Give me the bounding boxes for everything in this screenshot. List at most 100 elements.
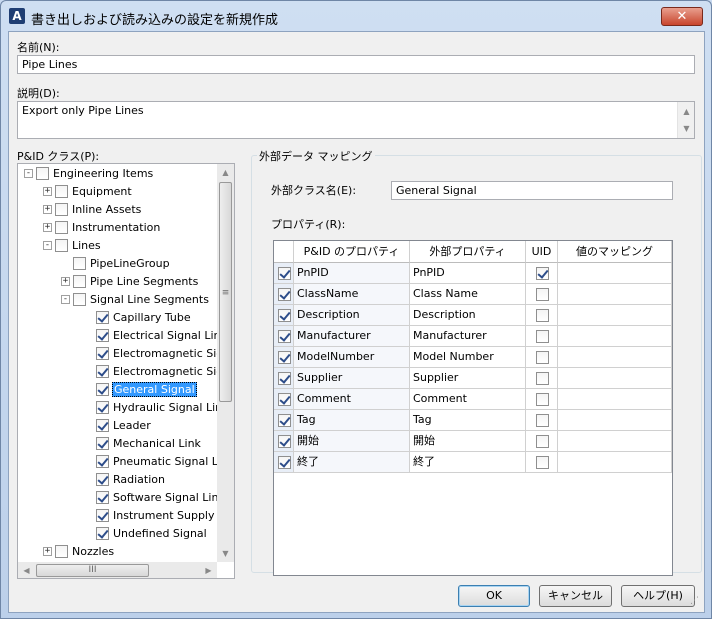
tree-vertical-scrollbar[interactable]: ▲ ≡ ▼ xyxy=(217,164,234,562)
grid-cell[interactable] xyxy=(558,389,672,410)
tree-node-checkbox[interactable] xyxy=(73,292,86,306)
tree-node-checkbox[interactable] xyxy=(96,454,109,468)
resize-grip-icon[interactable]: ⋰ xyxy=(690,597,702,610)
tree-node[interactable]: Software Signal Line xyxy=(96,488,217,506)
grid-cell[interactable]: Supplier xyxy=(410,368,526,389)
tree-node-label[interactable]: Pipe Line Segments xyxy=(89,275,199,288)
tree-node[interactable]: + Instrumentation xyxy=(43,218,161,236)
tree-node[interactable]: PipeLineGroup xyxy=(61,254,171,272)
tree-node-checkbox[interactable] xyxy=(55,220,68,234)
tree-node[interactable]: - Engineering Items xyxy=(24,164,154,182)
uid-checkbox[interactable] xyxy=(535,456,549,469)
tree-node-checkbox[interactable] xyxy=(55,202,68,216)
grid-cell[interactable]: 終了 xyxy=(410,452,526,473)
grid-column-header[interactable]: 値のマッピング xyxy=(558,241,672,263)
grid-cell[interactable]: Description xyxy=(410,305,526,326)
grid-cell[interactable]: Model Number xyxy=(410,347,526,368)
tree-node-label[interactable]: Capillary Tube xyxy=(112,311,192,324)
uid-checkbox[interactable] xyxy=(535,393,549,406)
grid-cell[interactable]: PnPID xyxy=(410,263,526,284)
tree-node[interactable]: + Nozzles xyxy=(43,542,115,560)
tree-node-checkbox[interactable] xyxy=(96,508,109,522)
tree-node[interactable]: Radiation xyxy=(96,470,166,488)
tree-node[interactable]: Electromagnetic Signal xyxy=(96,362,217,380)
grid-cell[interactable]: ModelNumber xyxy=(294,347,410,368)
uid-checkbox[interactable] xyxy=(535,309,549,322)
tree-node-label[interactable]: PipeLineGroup xyxy=(89,257,171,270)
grid-cell[interactable]: Tag xyxy=(294,410,410,431)
include-property-checkbox[interactable] xyxy=(277,456,291,469)
tree-node-label[interactable]: Leader xyxy=(112,419,152,432)
description-scrollbar[interactable]: ▲ ▼ xyxy=(677,102,694,138)
include-property-checkbox[interactable] xyxy=(277,393,291,406)
expand-icon[interactable]: + xyxy=(43,546,52,556)
grid-cell[interactable]: 開始 xyxy=(294,431,410,452)
grid-cell[interactable] xyxy=(558,347,672,368)
tree-node-label[interactable]: Electrical Signal Line xyxy=(112,329,217,342)
grid-cell[interactable]: Class Name xyxy=(410,284,526,305)
expand-icon[interactable]: + xyxy=(43,186,52,196)
tree-node-label[interactable]: General Signal xyxy=(112,381,197,397)
tree-node[interactable]: Capillary Tube xyxy=(96,308,192,326)
tree-node-checkbox[interactable] xyxy=(96,472,109,486)
tree-node-label[interactable]: Signal Line Segments xyxy=(89,293,210,306)
grid-column-header[interactable]: 外部プロパティ xyxy=(410,241,526,263)
cancel-button[interactable]: キャンセル xyxy=(539,585,612,607)
uid-checkbox[interactable] xyxy=(535,351,549,364)
property-mapping-grid[interactable]: P&ID のプロパティ 外部プロパティ UID 値のマッピング PnPID PnPID Cl… xyxy=(273,240,673,576)
grid-cell[interactable] xyxy=(558,305,672,326)
tree-vertical-thumb[interactable]: ≡ xyxy=(219,182,232,402)
close-button[interactable]: ✕ xyxy=(661,7,703,26)
grid-cell[interactable]: Manufacturer xyxy=(294,326,410,347)
tree-node[interactable]: Hydraulic Signal Line xyxy=(96,398,217,416)
uid-checkbox[interactable] xyxy=(535,414,549,427)
grid-cell[interactable] xyxy=(558,326,672,347)
expand-icon[interactable]: + xyxy=(43,222,52,232)
tree-node-checkbox[interactable] xyxy=(96,490,109,504)
tree-node[interactable]: General Signal xyxy=(96,380,197,398)
grid-cell[interactable]: 開始 xyxy=(410,431,526,452)
tree-node-checkbox[interactable] xyxy=(96,526,109,540)
tree-node-label[interactable]: Inline Assets xyxy=(71,203,142,216)
tree-node-checkbox[interactable] xyxy=(73,274,86,288)
grid-cell[interactable]: ClassName xyxy=(294,284,410,305)
description-textarea[interactable]: Export only Pipe Lines ▲ ▼ xyxy=(17,101,695,139)
include-property-checkbox[interactable] xyxy=(277,330,291,343)
expand-icon[interactable]: + xyxy=(43,204,52,214)
scroll-down-icon[interactable]: ▼ xyxy=(678,120,695,137)
tree-node[interactable]: Mechanical Link xyxy=(96,434,202,452)
tree-horizontal-scrollbar[interactable]: ◀ III ▶ xyxy=(18,562,217,578)
tree-node[interactable]: Leader xyxy=(96,416,152,434)
grid-cell[interactable]: Manufacturer xyxy=(410,326,526,347)
tree-node-checkbox[interactable] xyxy=(96,328,109,342)
include-property-checkbox[interactable] xyxy=(277,288,291,301)
help-button[interactable]: ヘルプ(H) xyxy=(621,585,695,607)
grid-cell[interactable] xyxy=(558,368,672,389)
expand-icon[interactable]: + xyxy=(61,276,70,286)
tree-node[interactable]: - Lines xyxy=(43,236,102,254)
tree-node[interactable]: Undefined Signal xyxy=(96,524,208,542)
tree-node-label[interactable]: Electromagnetic Signal xyxy=(112,365,217,378)
tree-node[interactable]: Pneumatic Signal Line xyxy=(96,452,217,470)
grid-cell[interactable]: Supplier xyxy=(294,368,410,389)
grid-cell[interactable] xyxy=(558,452,672,473)
include-property-checkbox[interactable] xyxy=(277,435,291,448)
name-input[interactable]: Pipe Lines xyxy=(17,55,695,74)
include-property-checkbox[interactable] xyxy=(277,351,291,364)
tree-node[interactable]: + Inline Assets xyxy=(43,200,142,218)
tree-node-checkbox[interactable] xyxy=(96,364,109,378)
include-property-checkbox[interactable] xyxy=(277,372,291,385)
tree-node-checkbox[interactable] xyxy=(96,436,109,450)
tree-node-label[interactable]: Software Signal Line xyxy=(112,491,217,504)
tree-node[interactable]: + Pipe Line Segments xyxy=(61,272,199,290)
tree-node-checkbox[interactable] xyxy=(73,256,86,270)
tree-node-label[interactable]: Engineering Items xyxy=(52,167,154,180)
tree-node-checkbox[interactable] xyxy=(96,418,109,432)
external-class-input[interactable]: General Signal xyxy=(391,181,673,200)
include-property-checkbox[interactable] xyxy=(277,414,291,427)
scroll-right-icon[interactable]: ▶ xyxy=(200,562,217,578)
pid-class-tree[interactable]: - Engineering Items + Equipment + Inline Asse… xyxy=(17,163,235,579)
title-bar[interactable]: A 書き出しおよび読み込みの設定を新規作成 ✕ xyxy=(1,1,711,31)
grid-cell[interactable] xyxy=(558,284,672,305)
tree-node-label[interactable]: Instrument Supply xyxy=(112,509,216,522)
